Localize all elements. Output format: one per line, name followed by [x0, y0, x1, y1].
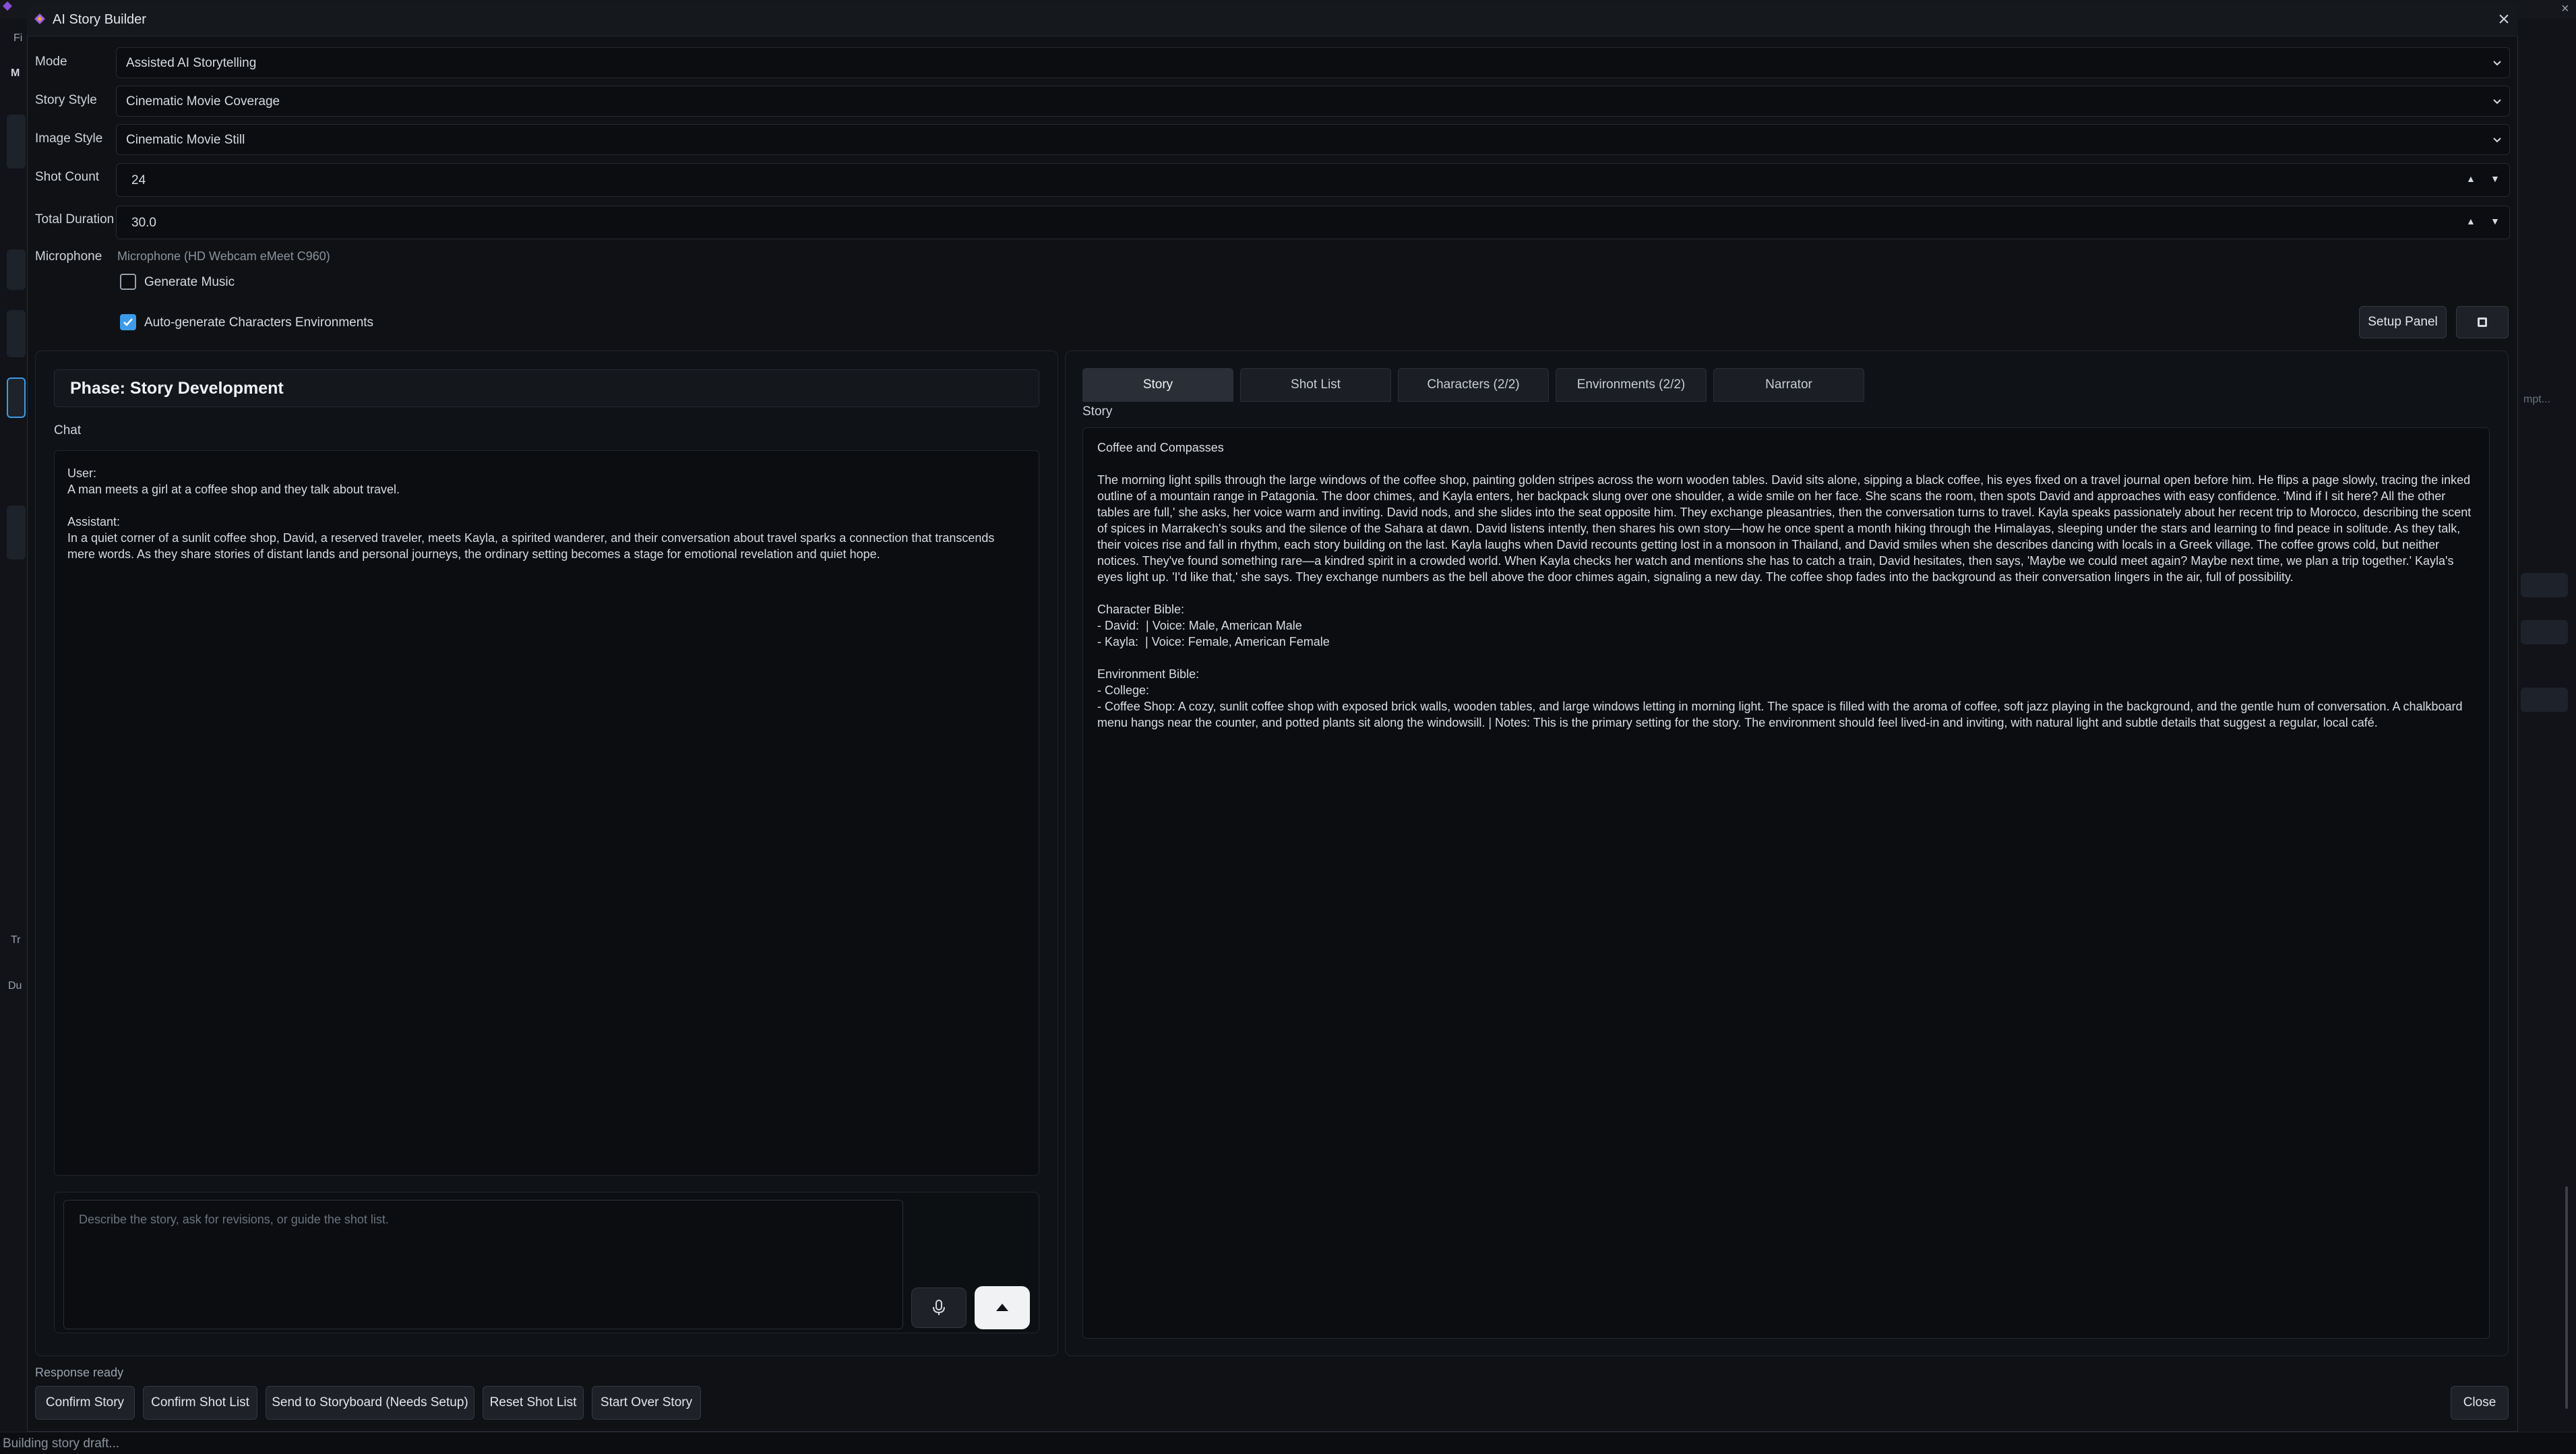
microphone-button[interactable]: [911, 1288, 967, 1328]
shot-count-spinbox[interactable]: 24 ▲ ▼: [116, 163, 2510, 197]
tab-narrator[interactable]: Narrator: [1713, 368, 1864, 402]
reset-shot-list-button[interactable]: Reset Shot List: [483, 1386, 584, 1420]
background-scrollbar: [2565, 1186, 2568, 1409]
message-text: A man meets a girl at a coffee shop and …: [67, 483, 400, 496]
background-control: [2521, 620, 2568, 644]
spin-down-icon[interactable]: ▼: [2490, 216, 2500, 226]
background-close-icon: ×: [2561, 1, 2569, 16]
chat-label: Chat: [54, 423, 82, 437]
chat-input[interactable]: [63, 1200, 903, 1329]
mode-value: Assisted AI Storytelling: [126, 56, 257, 70]
chevron-down-icon: [2490, 95, 2504, 109]
spin-down-icon[interactable]: ▼: [2490, 173, 2500, 184]
send-arrow-icon: [996, 1304, 1008, 1311]
close-icon[interactable]: ×: [2494, 8, 2514, 31]
tab-characters[interactable]: Characters (2/2): [1398, 368, 1549, 402]
tab-environments[interactable]: Environments (2/2): [1556, 368, 1707, 402]
story-style-value: Cinematic Movie Coverage: [126, 94, 280, 109]
background-menu-label: Fi: [13, 32, 23, 44]
shot-count-label: Shot Count: [35, 170, 100, 184]
status-bar: [0, 1432, 2576, 1454]
confirm-story-button[interactable]: Confirm Story: [35, 1386, 135, 1420]
total-duration-label: Total Duration: [35, 212, 115, 226]
tab-story[interactable]: Story: [1082, 368, 1233, 402]
background-thumbnail: [7, 249, 26, 290]
total-duration-value: 30.0: [131, 216, 156, 230]
background-control: [2521, 688, 2568, 712]
image-style-value: Cinematic Movie Still: [126, 133, 245, 147]
send-to-storyboard-button[interactable]: Send to Storyboard (Needs Setup): [266, 1386, 474, 1420]
chevron-down-icon: [2490, 57, 2504, 70]
status-text: Building story draft...: [3, 1436, 120, 1451]
message-text: In a quiet corner of a sunlit coffee sho…: [67, 531, 995, 561]
story-section-label: Story: [1082, 404, 1113, 419]
spin-up-icon[interactable]: ▲: [2466, 216, 2476, 226]
microphone-label: Microphone: [35, 249, 102, 264]
microphone-device: Microphone (HD Webcam eMeet C960): [117, 249, 330, 263]
stop-square-icon: [2478, 317, 2487, 327]
background-thumbnail-selected: [7, 377, 26, 418]
close-button[interactable]: Close: [2451, 1386, 2509, 1420]
message-role: Assistant:: [67, 515, 121, 528]
chat-message-user: User: A man meets a girl at a coffee sho…: [67, 465, 1024, 497]
background-thumbnail: [7, 506, 26, 559]
stop-button[interactable]: [2456, 306, 2509, 338]
auto-generate-checkbox[interactable]: [120, 314, 136, 330]
background-panel-label: Tr: [11, 934, 21, 946]
background-tab-label: M: [11, 67, 20, 79]
story-body: The morning light spills through the lar…: [1097, 473, 2475, 584]
auto-generate-label: Auto-generate Characters Environments: [144, 315, 374, 330]
chevron-down-icon: [2490, 133, 2504, 147]
message-role: User:: [67, 466, 97, 480]
response-status: Response ready: [35, 1366, 124, 1379]
tab-shot-list[interactable]: Shot List: [1240, 368, 1391, 402]
dialog-titlebar[interactable]: [27, 4, 2518, 36]
dialog-title: AI Story Builder: [53, 12, 146, 27]
send-button[interactable]: [975, 1286, 1030, 1329]
background-field-hint: mpt...: [2523, 394, 2551, 405]
start-over-story-button[interactable]: Start Over Story: [592, 1386, 701, 1420]
generate-music-label: Generate Music: [144, 275, 235, 289]
confirm-shot-list-button[interactable]: Confirm Shot List: [143, 1386, 257, 1420]
character-bible: Character Bible: - David: | Voice: Male,…: [1097, 603, 1330, 648]
background-app-logo-icon: [3, 1, 12, 11]
spin-up-icon[interactable]: ▲: [2466, 173, 2476, 184]
mode-label: Mode: [35, 55, 67, 69]
checkmark-icon: [123, 318, 133, 326]
setup-panel-button[interactable]: Setup Panel: [2359, 306, 2447, 338]
story-style-select[interactable]: Cinematic Movie Coverage: [116, 86, 2510, 117]
story-style-label: Story Style: [35, 93, 97, 107]
image-style-label: Image Style: [35, 131, 103, 146]
mode-select[interactable]: Assisted AI Storytelling: [116, 47, 2510, 78]
phase-title: Phase: Story Development: [70, 379, 284, 398]
microphone-icon: [933, 1300, 945, 1315]
background-thumbnail: [7, 115, 26, 169]
generate-music-checkbox[interactable]: [120, 274, 136, 290]
background-panel-label: Du: [8, 980, 22, 992]
total-duration-spinbox[interactable]: 30.0 ▲ ▼: [116, 206, 2510, 239]
environment-bible: Environment Bible: - College: - Coffee S…: [1097, 667, 2463, 729]
app-logo-icon: [34, 13, 46, 25]
background-thumbnail: [7, 310, 26, 357]
story-title: Coffee and Compasses: [1097, 441, 1224, 454]
background-control: [2521, 573, 2568, 597]
shot-count-value: 24: [131, 173, 146, 187]
image-style-select[interactable]: Cinematic Movie Still: [116, 124, 2510, 155]
chat-message-assistant: Assistant: In a quiet corner of a sunlit…: [67, 514, 1024, 562]
